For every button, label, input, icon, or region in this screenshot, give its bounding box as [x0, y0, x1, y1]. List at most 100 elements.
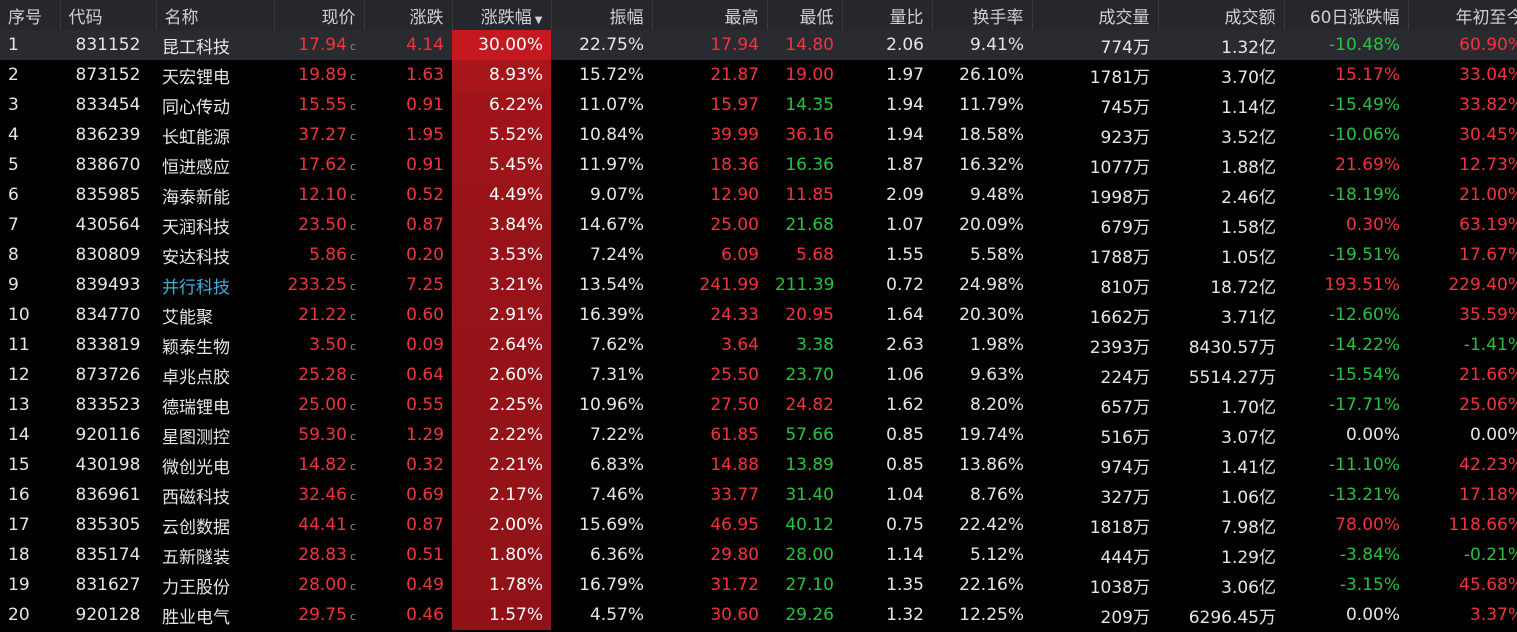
- row-code-value: 873152: [75, 65, 141, 85]
- table-row[interactable]: 4 836239 长虹能源 37.27 c 1.95 5.52% 10.84% 39.99 36.…: [0, 120, 1517, 150]
- table-row[interactable]: 2 873152 天宏锂电 19.89 c 1.63 8.93% 15.72% 21.87 19.…: [0, 60, 1517, 90]
- row-name: 颖泰生物: [156, 330, 274, 360]
- header-high[interactable]: 最高: [652, 0, 768, 30]
- row-low: 14.35: [767, 90, 842, 120]
- row-60d-change-value: -14.22%: [1329, 335, 1400, 355]
- row-amplitude-value: 16.39%: [579, 305, 644, 325]
- header-ytd[interactable]: 年初至今: [1408, 0, 1517, 30]
- row-price: 32.46 c: [274, 480, 364, 510]
- row-60d-change: -11.10%: [1284, 450, 1408, 480]
- row-index: 18: [0, 540, 60, 570]
- header-turnover-rate[interactable]: 换手率: [932, 0, 1033, 30]
- row-volume-value: 224万: [1100, 367, 1150, 388]
- row-volume-ratio: 1.32: [842, 600, 932, 630]
- row-change-value: 0.91: [406, 155, 444, 175]
- table-row[interactable]: 10 834770 艾能聚 21.22 c 0.60 2.91% 16.39% 24.33 20.…: [0, 300, 1517, 330]
- row-ytd-value: 60.90%: [1459, 35, 1517, 55]
- header-change[interactable]: 涨跌: [364, 0, 453, 30]
- row-high-value: 31.72: [710, 575, 759, 595]
- row-name-value: 天润科技: [162, 217, 230, 238]
- header-change-pct[interactable]: 涨跌幅 ▼: [452, 0, 552, 30]
- row-high-value: 24.33: [710, 305, 759, 325]
- row-amount: 1.70亿: [1158, 390, 1284, 420]
- table-row[interactable]: 15 430198 微创光电 14.82 c 0.32 2.21% 6.83% 14.88 13.…: [0, 450, 1517, 480]
- row-amplitude: 22.75%: [551, 30, 652, 60]
- row-code-value: 836961: [75, 485, 141, 505]
- price-suffix: c: [349, 580, 356, 593]
- row-price: 21.22 c: [274, 300, 364, 330]
- row-turnover-rate: 1.98%: [932, 330, 1032, 360]
- table-row[interactable]: 5 838670 恒进感应 17.62 c 0.91 5.45% 11.97% 18.36 16.…: [0, 150, 1517, 180]
- table-row[interactable]: 14 920116 星图测控 59.30 c 1.29 2.22% 7.22% 61.85 57.…: [0, 420, 1517, 450]
- row-ytd-value: 45.68%: [1459, 575, 1517, 595]
- row-volume-ratio: 1.07: [842, 210, 932, 240]
- header-price[interactable]: 现价: [274, 0, 365, 30]
- row-index-value: 6: [8, 185, 19, 205]
- table-row[interactable]: 3 833454 同心传动 15.55 c 0.91 6.22% 11.07% 15.97 14.…: [0, 90, 1517, 120]
- row-change-pct-value: 2.21%: [488, 455, 543, 475]
- row-name: 卓兆点胶: [156, 360, 274, 390]
- row-name-value: 昆工科技: [162, 37, 230, 58]
- table-row[interactable]: 13 833523 德瑞锂电 25.00 c 0.55 2.25% 10.96% 27.50 24…: [0, 390, 1517, 420]
- table-row[interactable]: 12 873726 卓兆点胶 25.28 c 0.64 2.60% 7.31% 25.50 23.…: [0, 360, 1517, 390]
- row-60d-change-value: -3.15%: [1339, 575, 1400, 595]
- row-amount: 3.71亿: [1158, 300, 1284, 330]
- table-row[interactable]: 8 830809 安达科技 5.86 c 0.20 3.53% 7.24% 6.09 5.68 1.…: [0, 240, 1517, 270]
- row-name-value: 星图测控: [162, 427, 230, 448]
- row-volume-ratio-value: 1.94: [886, 125, 924, 145]
- row-price: 37.27 c: [274, 120, 364, 150]
- row-amount: 1.41亿: [1158, 450, 1284, 480]
- price-suffix: c: [349, 70, 356, 83]
- row-price: 5.86 c: [274, 240, 364, 270]
- header-code[interactable]: 代码: [60, 0, 157, 30]
- row-ytd: -0.21%: [1408, 540, 1517, 570]
- row-turnover-rate: 11.79%: [932, 90, 1032, 120]
- row-low-value: 19.00: [785, 65, 834, 85]
- row-volume: 224万: [1032, 360, 1158, 390]
- row-turnover-rate: 8.20%: [932, 390, 1032, 420]
- row-change-pct: 5.45%: [452, 150, 551, 180]
- row-volume-ratio-value: 1.62: [886, 395, 924, 415]
- table-row[interactable]: 20 920128 胜业电气 29.75 c 0.46 1.57% 4.57% 30.60 29.…: [0, 600, 1517, 630]
- table-row[interactable]: 18 835174 五新隧装 28.83 c 0.51 1.80% 6.36% 29.80 28.…: [0, 540, 1517, 570]
- row-60d-change: -12.60%: [1284, 300, 1408, 330]
- table-row[interactable]: 19 831627 力王股份 28.00 c 0.49 1.78% 16.79% 31.72 27…: [0, 570, 1517, 600]
- header-name[interactable]: 名称: [156, 0, 275, 30]
- table-row[interactable]: 6 835985 海泰新能 12.10 c 0.52 4.49% 9.07% 12.90 11.8…: [0, 180, 1517, 210]
- table-row[interactable]: 1 831152 昆工科技 17.94 c 4.14 30.00% 22.75% 17.94 14…: [0, 30, 1517, 60]
- table-row[interactable]: 11 833819 颖泰生物 3.50 c 0.09 2.64% 7.62% 3.64 3.38 2…: [0, 330, 1517, 360]
- row-amount: 18.72亿: [1158, 270, 1284, 300]
- header-low[interactable]: 最低: [767, 0, 843, 30]
- table-row[interactable]: 7 430564 天润科技 23.50 c 0.87 3.84% 14.67% 25.00 21.…: [0, 210, 1517, 240]
- row-amplitude-value: 4.57%: [589, 605, 644, 625]
- table-row[interactable]: 17 835305 云创数据 44.41 c 0.87 2.00% 15.69% 46.95 40…: [0, 510, 1517, 540]
- row-amplitude-value: 6.36%: [589, 545, 644, 565]
- row-volume-ratio: 1.06: [842, 360, 932, 390]
- row-change-value: 0.49: [406, 575, 444, 595]
- row-code: 430564: [60, 210, 156, 240]
- row-high-value: 25.50: [710, 365, 759, 385]
- row-60d-change: -13.21%: [1284, 480, 1408, 510]
- row-index-value: 7: [8, 215, 19, 235]
- header-volume-ratio[interactable]: 量比: [842, 0, 933, 30]
- table-row[interactable]: 9 839493 并行科技 233.25 c 7.25 3.21% 13.54% 241.99 2…: [0, 270, 1517, 300]
- row-60d-change: 0.00%: [1284, 600, 1408, 630]
- header-volume[interactable]: 成交量: [1032, 0, 1159, 30]
- row-turnover-rate-value: 24.98%: [959, 275, 1024, 295]
- header-amplitude[interactable]: 振幅: [551, 0, 653, 30]
- row-price-value: 12.10: [298, 185, 347, 205]
- header-60d-change[interactable]: 60日涨跌幅: [1284, 0, 1409, 30]
- row-volume: 810万: [1032, 270, 1158, 300]
- row-amplitude-value: 7.62%: [589, 335, 644, 355]
- row-amount-value: 6296.45万: [1188, 607, 1276, 628]
- row-change-pct: 5.52%: [452, 120, 551, 150]
- row-volume-ratio-value: 0.75: [886, 515, 924, 535]
- header-amount[interactable]: 成交额: [1158, 0, 1285, 30]
- row-amount-value: 3.70亿: [1221, 67, 1276, 88]
- table-row[interactable]: 16 836961 西磁科技 32.46 c 0.69 2.17% 7.46% 33.77 31.…: [0, 480, 1517, 510]
- row-ytd: 35.59%: [1408, 300, 1517, 330]
- row-high-value: 14.88: [710, 455, 759, 475]
- row-change-pct: 3.84%: [452, 210, 551, 240]
- header-index[interactable]: 序号: [0, 0, 61, 30]
- row-ytd: 60.90%: [1408, 30, 1517, 60]
